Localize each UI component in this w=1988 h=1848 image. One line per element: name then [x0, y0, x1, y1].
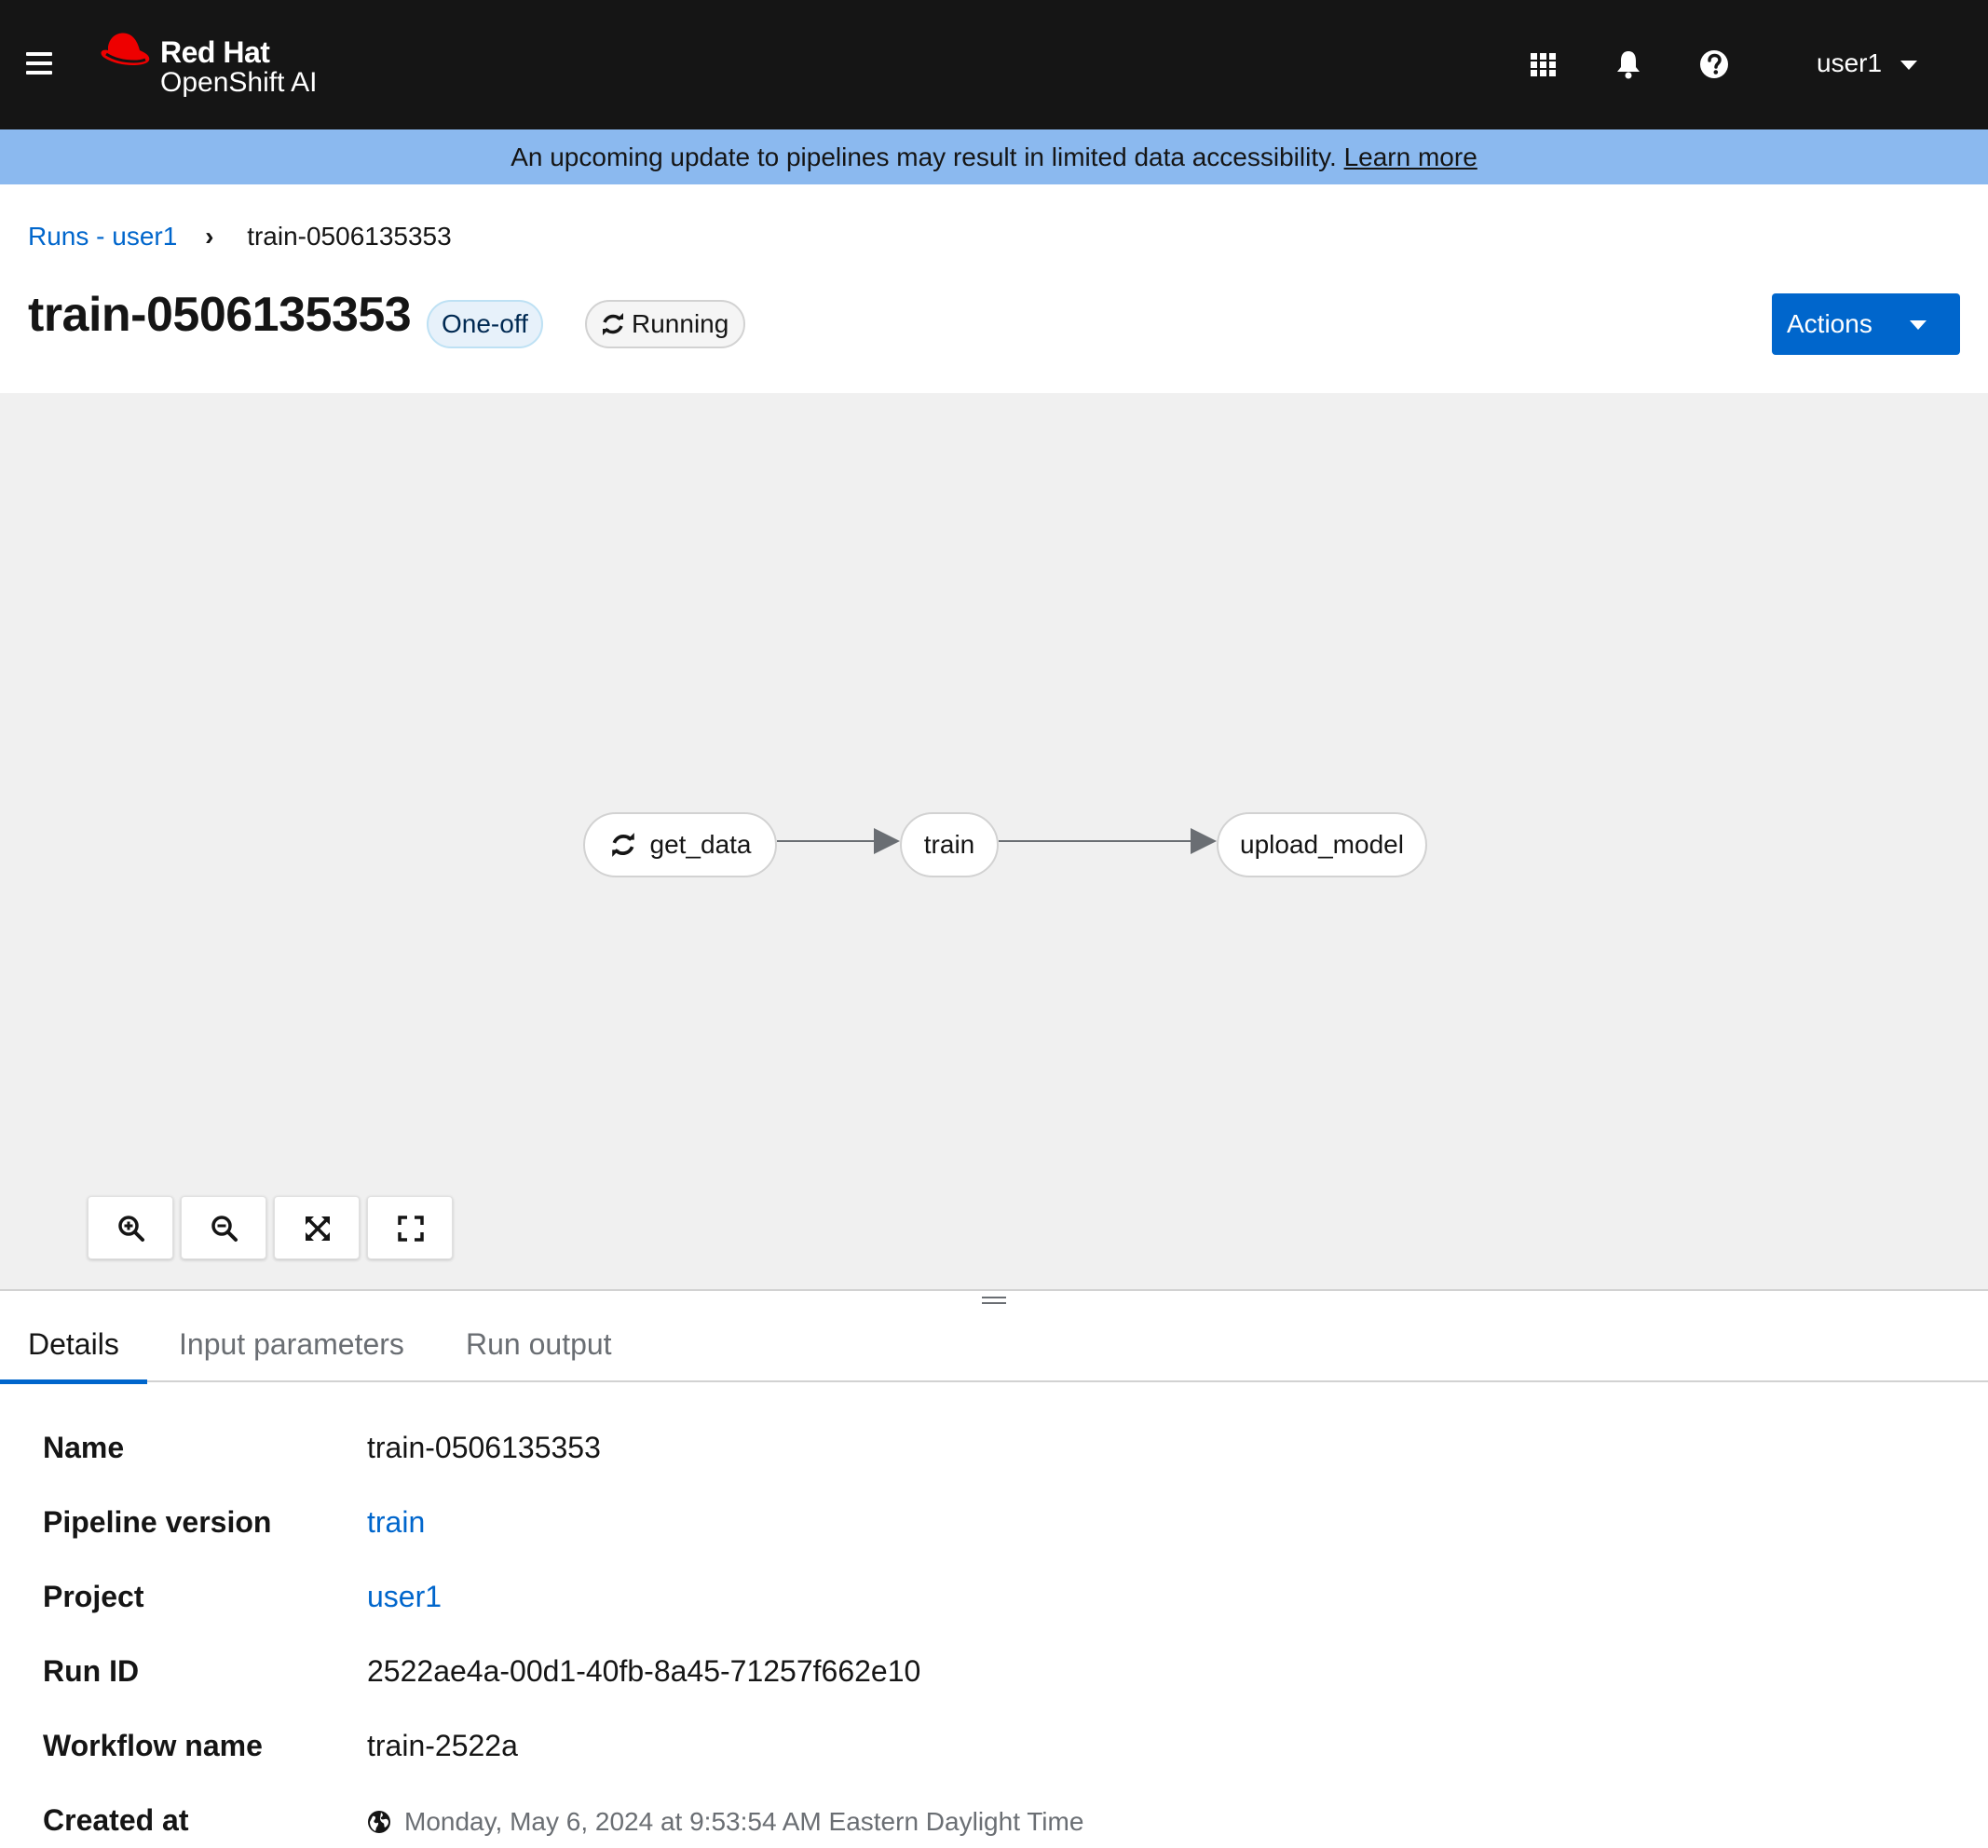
user-name: user1	[1817, 48, 1883, 77]
pipeline-node-upload-model[interactable]: upload_model	[1217, 812, 1427, 877]
product-name: OpenShift AI	[160, 67, 318, 98]
red-hat-logo-icon	[101, 33, 150, 65]
pipeline-node-get-data[interactable]: get_data	[583, 812, 777, 877]
banner-text: An upcoming update to pipelines may resu…	[511, 143, 1344, 171]
run-status-text: Running	[632, 309, 729, 338]
brand-name: Red Hat	[160, 35, 270, 69]
tab-input-parameters[interactable]: Input parameters	[179, 1308, 404, 1382]
pipeline-graph-canvas[interactable]: get_data train upload_model	[0, 393, 1988, 1289]
drawer-resize-handle[interactable]	[0, 1289, 1988, 1308]
learn-more-link[interactable]: Learn more	[1344, 143, 1477, 171]
zoom-in-icon	[118, 1216, 144, 1242]
tab-details[interactable]: Details	[0, 1308, 147, 1384]
detail-label: Created at	[43, 1803, 189, 1837]
detail-label: Run ID	[43, 1654, 140, 1688]
page-title: train-0506135353	[28, 288, 412, 342]
node-label: upload_model	[1240, 830, 1404, 859]
details-tabs: Details Input parameters Run output	[0, 1308, 1988, 1384]
breadcrumb-current: train-0506135353	[247, 222, 452, 251]
globe-icon	[368, 1810, 390, 1833]
graph-edge	[777, 840, 876, 842]
arrowhead-icon	[874, 828, 900, 854]
sync-icon	[611, 832, 634, 857]
detail-label: Pipeline version	[43, 1505, 272, 1539]
breadcrumb: Runs - user1 › train-0506135353	[28, 222, 452, 251]
notifications-bell-icon[interactable]	[1613, 48, 1644, 80]
arrowhead-icon	[1191, 828, 1217, 854]
masthead: Red Hat OpenShift AI user1	[0, 0, 1988, 129]
caret-down-icon	[1910, 320, 1927, 330]
reset-view-button[interactable]	[367, 1196, 453, 1259]
detail-value: train-0506135353	[367, 1431, 601, 1464]
graph-edge	[999, 840, 1192, 842]
grip-icon	[982, 1297, 1006, 1304]
created-at-text: Monday, May 6, 2024 at 9:53:54 AM Easter…	[404, 1807, 1084, 1836]
detail-value: 2522ae4a-00d1-40fb-8a45-71257f662e10	[367, 1654, 921, 1688]
detail-label: Workflow name	[43, 1729, 263, 1762]
user-menu-toggle[interactable]: user1	[1817, 48, 1918, 82]
detail-value: train-2522a	[367, 1729, 518, 1762]
help-icon[interactable]	[1698, 48, 1730, 80]
detail-label: Project	[43, 1580, 144, 1613]
app-launcher-icon[interactable]	[1528, 48, 1559, 80]
actions-dropdown-button[interactable]: Actions	[1772, 293, 1960, 355]
zoom-out-button[interactable]	[181, 1196, 266, 1259]
run-type-label: One-off	[427, 300, 543, 348]
update-banner: An upcoming update to pipelines may resu…	[0, 129, 1988, 184]
zoom-in-button[interactable]	[88, 1196, 173, 1259]
expand-arrows-icon	[306, 1216, 330, 1241]
chevron-right-icon: ›	[205, 222, 214, 251]
nav-toggle-button[interactable]	[26, 52, 56, 76]
zoom-out-icon	[211, 1216, 238, 1242]
fit-to-screen-button[interactable]	[274, 1196, 360, 1259]
node-label: get_data	[649, 830, 752, 859]
caret-down-icon	[1900, 60, 1918, 70]
sync-icon	[603, 312, 623, 335]
project-link[interactable]: user1	[367, 1580, 442, 1614]
breadcrumb-runs-link[interactable]: Runs - user1	[28, 222, 177, 251]
detail-label: Name	[43, 1431, 125, 1464]
pipeline-node-train[interactable]: train	[900, 812, 999, 877]
node-label: train	[923, 830, 975, 859]
fullscreen-icon	[398, 1216, 424, 1242]
created-at-value: Monday, May 6, 2024 at 9:53:54 AM Easter…	[367, 1807, 1083, 1837]
run-status-label: Running	[585, 300, 746, 348]
actions-label: Actions	[1787, 309, 1872, 338]
tab-run-output[interactable]: Run output	[466, 1308, 612, 1382]
pipeline-version-link[interactable]: train	[367, 1505, 425, 1540]
